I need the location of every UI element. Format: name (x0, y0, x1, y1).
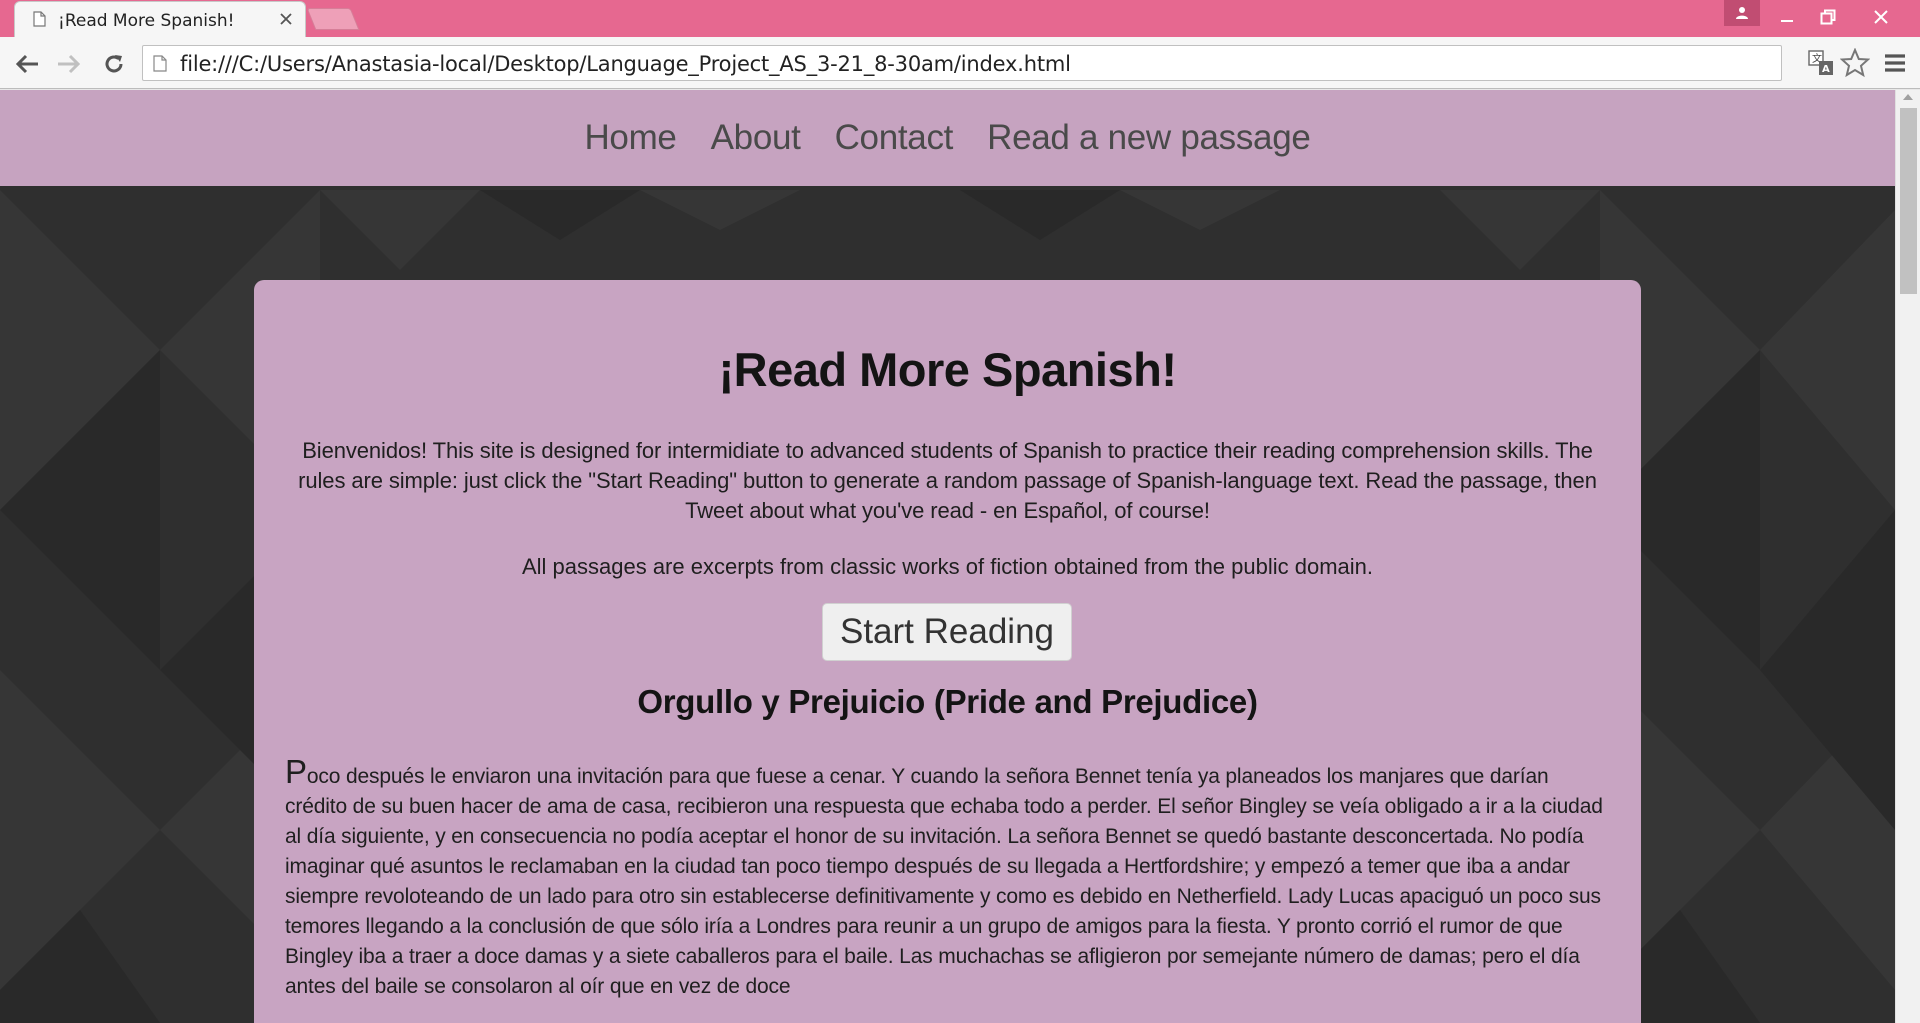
address-bar[interactable]: file:///C:/Users/Anastasia-local/Desktop… (142, 45, 1782, 81)
page-viewport: Home About Contact Read a new passage ¡R… (0, 90, 1895, 1023)
passage-dropcap: P (285, 753, 307, 790)
page-icon (33, 11, 46, 27)
svg-text:A: A (1822, 64, 1830, 75)
passage-body: oco después le enviaron una invitación p… (285, 765, 1603, 998)
person-icon (1736, 7, 1748, 19)
vertical-scrollbar[interactable] (1895, 90, 1920, 1023)
nav-about-link[interactable]: About (711, 118, 801, 158)
close-tab-icon[interactable] (279, 12, 293, 26)
close-icon (1874, 10, 1888, 24)
public-domain-note: All passages are excerpts from classic w… (521, 554, 1374, 579)
minimize-icon (1781, 20, 1793, 22)
forward-arrow-icon (58, 54, 81, 74)
back-arrow-icon (15, 54, 38, 74)
passage-title: Orgullo y Prejuicio (Pride and Prejudice… (637, 683, 1258, 720)
bookmark-star-icon[interactable] (1840, 48, 1870, 78)
page-title: ¡Read More Spanish! (718, 343, 1177, 396)
restore-icon (1820, 9, 1836, 25)
restore-button[interactable] (1813, 4, 1843, 30)
close-window-button[interactable] (1866, 4, 1896, 30)
start-reading-button[interactable]: Start Reading (822, 603, 1072, 661)
content-card: ¡Read More Spanish! Bienvenidos! This si… (254, 280, 1641, 1023)
translate-icon[interactable]: 文 A (1808, 50, 1834, 76)
nav-home-link[interactable]: Home (584, 118, 676, 158)
scrollbar-thumb[interactable] (1900, 108, 1917, 294)
reload-button[interactable] (99, 49, 129, 79)
tab-title: ¡Read More Spanish! (58, 11, 235, 31)
forward-button[interactable] (54, 49, 84, 79)
menu-icon[interactable] (1882, 51, 1908, 75)
nav-contact-link[interactable]: Contact (835, 118, 954, 158)
browser-titlebar: ¡Read More Spanish! (0, 0, 1920, 37)
minimize-button[interactable] (1772, 4, 1802, 30)
browser-tab[interactable]: ¡Read More Spanish! (14, 1, 306, 37)
nav-new-passage-link[interactable]: Read a new passage (987, 118, 1311, 158)
intro-paragraph: Bienvenidos! This site is designed for i… (298, 438, 1597, 523)
profile-button[interactable] (1724, 0, 1760, 26)
browser-toolbar: file:///C:/Users/Anastasia-local/Desktop… (0, 37, 1920, 89)
scroll-up-arrow-icon[interactable] (1903, 94, 1913, 100)
reload-icon (105, 55, 123, 73)
site-navbar: Home About Contact Read a new passage (0, 90, 1895, 186)
passage-text: Poco después le enviaron una invitación … (285, 755, 1615, 1002)
back-button[interactable] (12, 49, 42, 79)
url-text[interactable]: file:///C:/Users/Anastasia-local/Desktop… (180, 52, 1071, 76)
page-icon (153, 55, 167, 72)
new-tab-button[interactable] (306, 8, 360, 30)
